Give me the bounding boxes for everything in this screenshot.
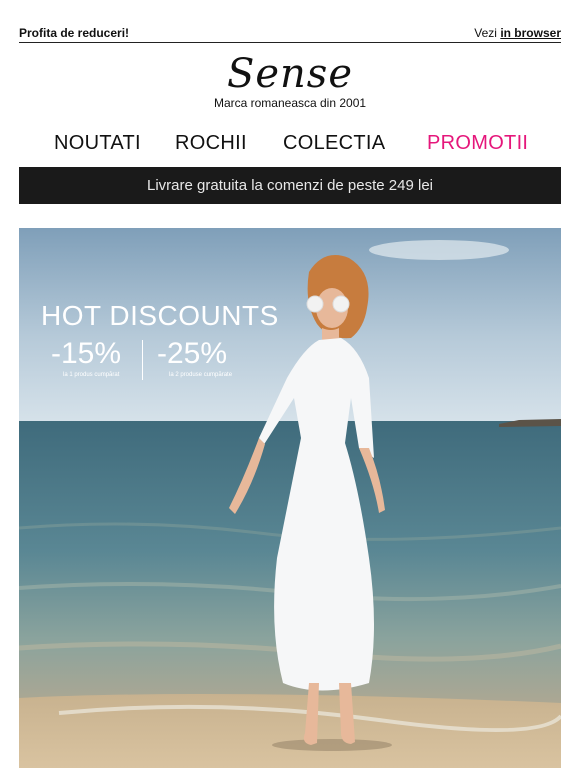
discount-percent: -25% [157, 337, 228, 370]
brand-tagline: Marca romaneasca din 2001 [213, 96, 367, 110]
view-in-browser: Vezi in browser [474, 26, 561, 40]
sense-logo[interactable]: Sense [0, 52, 580, 96]
discount-divider [142, 340, 143, 380]
discount-list: -15% la 1 produs cumpărat -25% la 2 prod… [41, 337, 279, 380]
view-prefix: Vezi [474, 26, 497, 40]
nav-item-colectia[interactable]: COLECTIA [283, 132, 385, 155]
promo-text: Profita de reduceri! [19, 26, 130, 40]
hot-discounts-overlay: HOT DISCOUNTS -15% la 1 produs cumpărat … [41, 300, 279, 380]
nav-item-promotii[interactable]: PROMOTII [427, 132, 528, 155]
discount-percent: -15% [51, 337, 122, 370]
nav-item-rochii[interactable]: ROCHII [175, 132, 247, 155]
hot-discounts-title: HOT DISCOUNTS [41, 300, 279, 331]
hero-banner[interactable]: HOT DISCOUNTS -15% la 1 produs cumpărat … [19, 228, 561, 768]
preheader: Profita de reduceri! Vezi in browser [19, 24, 561, 43]
discount-note: la 2 produse cumpărate [169, 372, 233, 378]
free-shipping-banner[interactable]: Livrare gratuita la comenzi de peste 249… [19, 167, 561, 204]
view-in-browser-link[interactable]: in browser [500, 26, 561, 40]
brand-header: Sense Marca romaneasca din 2001 [0, 52, 580, 110]
discount-note: la 1 produs cumpărat [63, 372, 120, 378]
discount-offer: -15% la 1 produs cumpărat [51, 337, 122, 379]
main-nav: NOUTATI ROCHII COLECTIA PROMOTII [19, 132, 561, 160]
nav-item-noutati[interactable]: NOUTATI [54, 132, 141, 155]
discount-offer: -25% la 2 produse cumpărate [157, 337, 233, 379]
